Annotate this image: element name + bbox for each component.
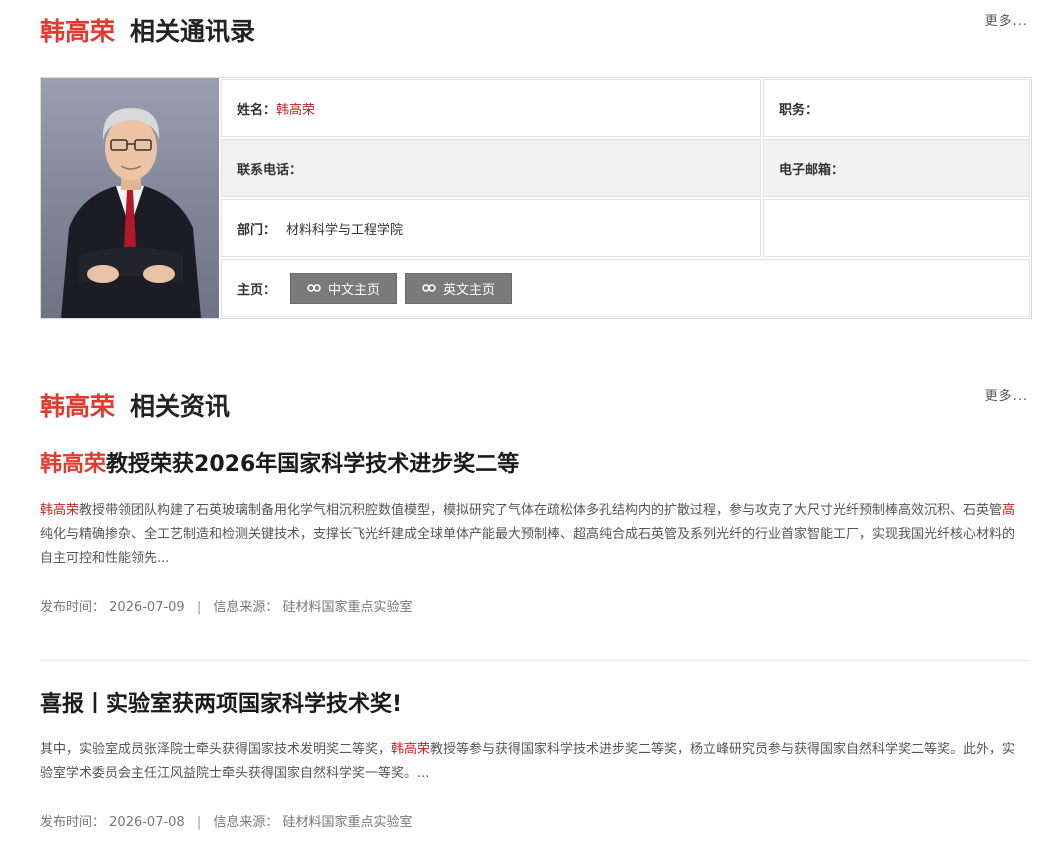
news-source: 硅材料国家重点实验室: [282, 815, 413, 830]
homepage-label: 主页：: [237, 282, 277, 298]
department-value: 材料科学与工程学院: [286, 222, 404, 238]
news-section-title: 相关资讯: [130, 392, 231, 421]
news-divider: [40, 660, 1030, 661]
news-title-text: 喜报丨实验室获两项国家科学技术奖!: [40, 692, 403, 717]
position-label: 职务：: [779, 102, 819, 118]
phone-cell: 联系电话：: [221, 139, 761, 197]
email-label: 电子邮箱：: [779, 162, 845, 178]
link-icon: [422, 284, 436, 292]
name-cell: 姓名： 韩高荣: [221, 79, 761, 137]
news-meta: 发布时间： 2026-07-08 | 信息来源： 硅材料国家重点实验室: [40, 813, 413, 833]
date-label: 发布时间：: [40, 815, 106, 830]
news-summary-highlight: 高: [1002, 503, 1016, 518]
news-summary-text: 其中，实验室成员张泽院士牵头获得国家技术发明奖二等奖，: [40, 742, 392, 757]
source-label: 信息来源：: [213, 815, 279, 830]
news-summary-highlight: 韩高荣: [40, 503, 80, 518]
email-cell: 电子邮箱：: [763, 139, 1030, 197]
department-cell: 部门： 材料科学与工程学院: [221, 199, 761, 257]
contacts-section-header: 韩高荣 相关通讯录 更多...: [40, 12, 1030, 52]
news-section-header: 韩高荣 相关资讯 更多...: [40, 387, 1030, 427]
news-title[interactable]: 喜报丨实验室获两项国家科学技术奖!: [40, 690, 402, 720]
person-name-heading: 韩高荣: [40, 392, 116, 421]
date-label: 发布时间：: [40, 600, 106, 615]
chinese-homepage-label: 中文主页: [328, 282, 381, 298]
news-source: 硅材料国家重点实验室: [282, 600, 413, 615]
name-label: 姓名：: [237, 102, 277, 118]
contacts-more-link[interactable]: 更多...: [985, 12, 1028, 32]
news-title[interactable]: 韩高荣教授荣获2026年国家科学技术进步奖二等: [40, 450, 519, 480]
position-cell: 职务：: [763, 79, 1030, 137]
news-title-text: 教授荣获2026年国家科学技术进步奖二等: [106, 452, 520, 477]
news-summary: 韩高荣教授带领团队构建了石英玻璃制备用化学气相沉积腔数值模型，模拟研究了气体在疏…: [40, 499, 1020, 571]
english-homepage-button[interactable]: 英文主页: [405, 272, 513, 304]
news-meta: 发布时间： 2026-07-09 | 信息来源： 硅材料国家重点实验室: [40, 598, 413, 618]
news-title-highlight: 韩高荣: [40, 452, 107, 477]
news-more-link[interactable]: 更多...: [985, 387, 1028, 407]
news-summary-highlight: 韩高荣: [391, 742, 431, 757]
chinese-homepage-button[interactable]: 中文主页: [290, 272, 398, 304]
news-summary: 其中，实验室成员张泽院士牵头获得国家技术发明奖二等奖，韩高荣教授等参与获得国家科…: [40, 738, 1020, 786]
profile-photo: [41, 78, 219, 318]
person-name-heading: 韩高荣: [40, 17, 116, 46]
homepage-cell: 主页： 中文主页 英文主页: [221, 259, 1030, 317]
name-value: 韩高荣: [276, 102, 316, 118]
meta-separator: |: [196, 815, 202, 830]
news-summary-text: 纯化与精确掺杂、全工艺制造和检测关键技术，支撑长飞光纤建成全球单体产能最大预制棒…: [40, 527, 1016, 566]
portrait-image: [61, 108, 201, 318]
contacts-section-title: 相关通讯录: [130, 17, 256, 46]
department-label: 部门：: [237, 222, 277, 238]
meta-separator: |: [196, 600, 202, 615]
empty-cell: [763, 199, 1030, 257]
link-icon: [307, 284, 321, 292]
publish-date: 2026-07-08: [109, 815, 185, 830]
source-label: 信息来源：: [213, 600, 279, 615]
news-summary-text: 教授带领团队构建了石英玻璃制备用化学气相沉积腔数值模型，模拟研究了气体在疏松体多…: [79, 503, 1003, 518]
english-homepage-label: 英文主页: [443, 282, 496, 298]
phone-label: 联系电话：: [237, 162, 303, 178]
contact-card: 姓名： 韩高荣 职务： 联系电话： 电子邮箱： 部门： 材料科学与工程学院 主页…: [40, 77, 1032, 319]
publish-date: 2026-07-09: [109, 600, 185, 615]
